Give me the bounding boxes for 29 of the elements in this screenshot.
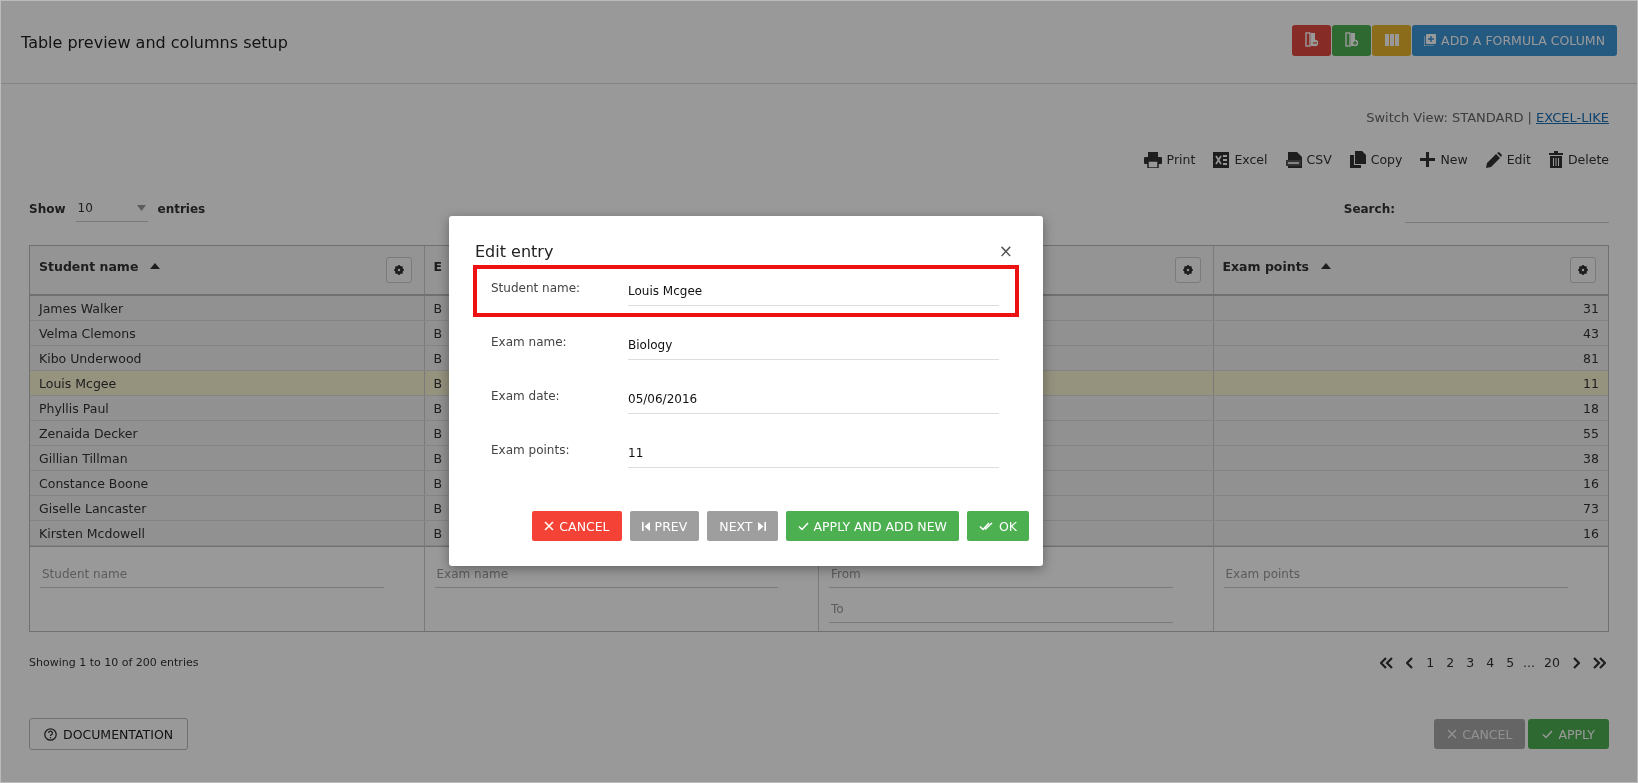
entries-info: Showing 1 to 10 of 200 entries [29,656,199,669]
table-cell: Kirsten Mcdowell [30,521,425,545]
table-cell: Giselle Lancaster [30,496,425,520]
table-cell-text: 11 [1582,374,1600,393]
table-cell-text: 38 [1582,449,1600,468]
table-cell-text: 31 [1582,299,1600,318]
pagination-ellipsis: … [1523,655,1536,670]
switch-view-label: Switch View: STANDARD | [1366,110,1532,125]
table-cell-text: 16 [1582,474,1600,493]
show-label: Show [29,201,66,216]
field-label: Student name: [491,280,582,297]
table-cell: Kibo Underwood [30,346,425,370]
table-cell: Louis Mcgee [30,371,425,395]
table-cell-text: 81 [1582,349,1600,368]
entries-label: entries [157,201,206,216]
search-label: Search: [1343,201,1395,216]
table-cell: Phyllis Paul [30,396,425,420]
table-cell-text: 55 [1582,424,1600,443]
table-cell: Velma Clemons [30,321,425,345]
dialog-title: Edit entry [475,242,554,261]
table-cell: Zenaida Decker [30,421,425,445]
page-title: Table preview and columns setup [21,32,288,52]
table-cell-text: 43 [1582,324,1600,343]
table-cell: Constance Boone [30,471,425,495]
table-cell: Gillian Tillman [30,446,425,470]
table-cell-text: 73 [1582,499,1600,518]
table-cell-text: 16 [1582,524,1600,543]
table-cell: James Walker [30,296,425,320]
table-cell-text: 18 [1582,399,1600,418]
